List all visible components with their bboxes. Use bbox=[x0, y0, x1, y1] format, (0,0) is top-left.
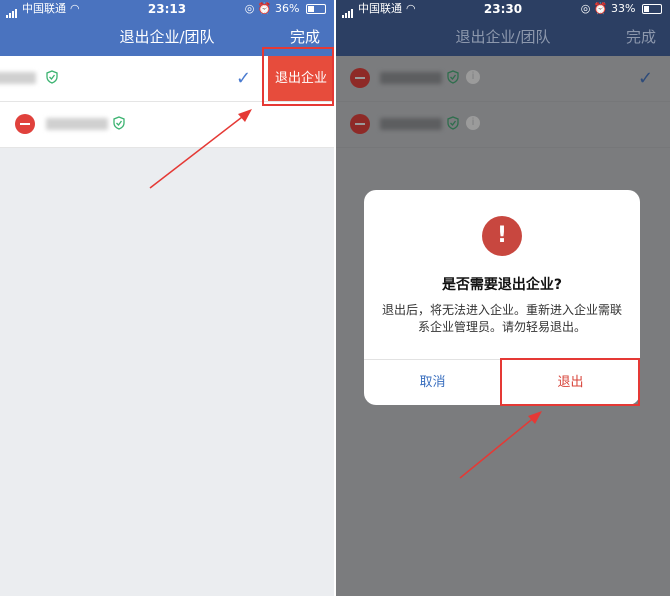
alarm-icon: ⏰ bbox=[593, 2, 608, 15]
verified-shield-icon bbox=[113, 116, 125, 130]
battery-icon bbox=[306, 4, 326, 14]
done-button[interactable]: 完成 bbox=[626, 18, 656, 56]
battery-percent: 33% bbox=[611, 2, 636, 15]
blurred-team-name bbox=[0, 72, 36, 84]
page-title: 退出企业/团队 bbox=[455, 28, 551, 46]
left-screenshot: 中国联通 ◠ 23:13 ◎ ⏰ 36% 退出企业/团队 完成 ✓ 退出企业 bbox=[0, 0, 334, 596]
battery-icon bbox=[642, 4, 662, 14]
team-list: i ✓ i bbox=[336, 56, 670, 148]
dialog-title: 是否需要退出企业? bbox=[441, 277, 563, 293]
list-item[interactable]: i bbox=[336, 102, 670, 148]
warning-icon: ! bbox=[482, 216, 522, 256]
right-screenshot: 中国联通 ◠ 23:30 ◎ ⏰ 33% 退出企业/团队 完成 i ✓ i ! 是… bbox=[336, 0, 670, 596]
blurred-team-name bbox=[380, 72, 442, 84]
list-item[interactable] bbox=[0, 102, 334, 148]
status-bar: 中国联通 ◠ 23:13 ◎ ⏰ 36% bbox=[0, 0, 334, 18]
nav-bar: 退出企业/团队 完成 bbox=[336, 18, 670, 56]
lock-rotation-icon: ◎ bbox=[244, 2, 255, 15]
cancel-button[interactable]: 取消 bbox=[364, 360, 501, 405]
blurred-team-name bbox=[46, 118, 108, 130]
alarm-icon: ⏰ bbox=[257, 2, 272, 15]
status-right: ◎ ⏰ 33% bbox=[581, 0, 662, 18]
remove-icon[interactable] bbox=[350, 68, 370, 88]
blurred-team-name bbox=[380, 118, 442, 130]
selected-check-icon: ✓ bbox=[236, 68, 252, 89]
remove-icon[interactable] bbox=[15, 114, 35, 134]
battery-percent: 36% bbox=[275, 2, 300, 15]
lock-rotation-icon: ◎ bbox=[580, 2, 591, 15]
info-icon[interactable]: i bbox=[466, 116, 480, 130]
status-right: ◎ ⏰ 36% bbox=[245, 0, 326, 18]
info-icon[interactable]: i bbox=[466, 70, 480, 84]
verified-shield-icon bbox=[447, 116, 459, 130]
highlight-box bbox=[262, 47, 334, 106]
selected-check-icon: ✓ bbox=[638, 68, 654, 89]
dialog-message: 退出后，将无法进入企业。重新进入企业需联系企业管理员。请勿轻易退出。 bbox=[382, 303, 623, 334]
verified-shield-icon bbox=[46, 70, 58, 84]
verified-shield-icon bbox=[447, 70, 459, 84]
list-item[interactable]: i ✓ bbox=[336, 56, 670, 102]
remove-icon[interactable] bbox=[350, 114, 370, 134]
status-bar: 中国联通 ◠ 23:30 ◎ ⏰ 33% bbox=[336, 0, 670, 18]
highlight-box bbox=[500, 358, 640, 406]
